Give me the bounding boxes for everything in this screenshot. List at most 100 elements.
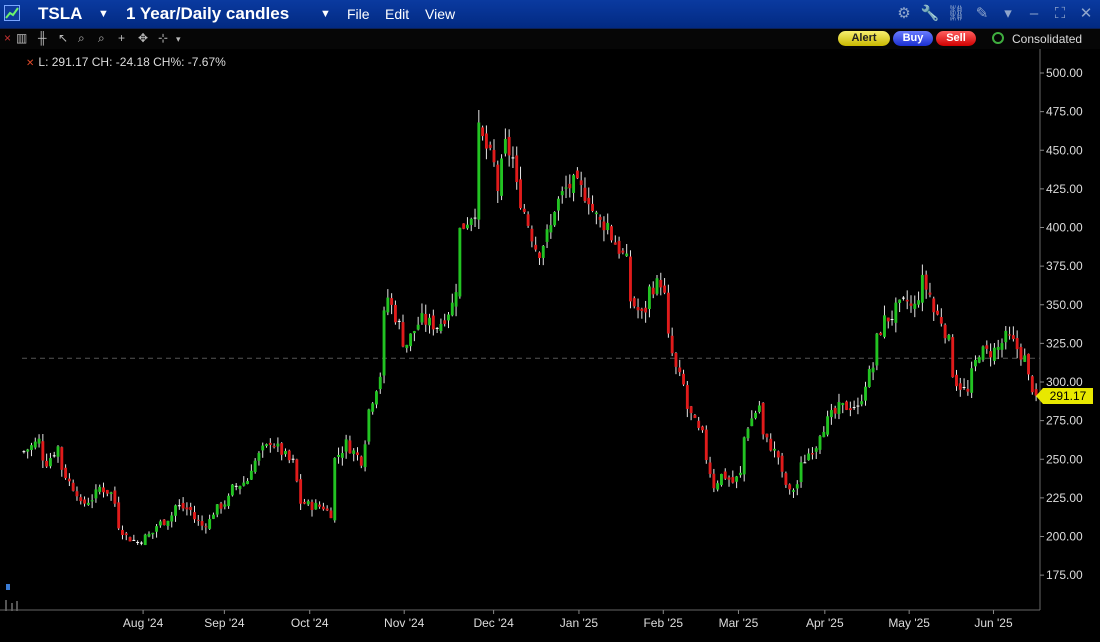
symbol-selector[interactable]: TSLA (38, 4, 82, 24)
candle-body (272, 445, 276, 448)
candle-body (947, 334, 951, 340)
candle-body (113, 490, 117, 504)
move-icon[interactable]: ✥ (138, 31, 148, 45)
x-tick-label: Jan '25 (560, 616, 599, 630)
price-chart[interactable]: 175.00 200.00 225.00 250.00 275.00 300.00 325.… (0, 49, 1100, 642)
candle-body (1011, 335, 1015, 340)
candle-body (215, 504, 219, 515)
alert-button[interactable]: Alert (838, 31, 890, 46)
menu-view[interactable]: View (425, 6, 455, 22)
candle-body (579, 180, 583, 186)
candle-body (382, 310, 386, 376)
candle-body (56, 446, 60, 457)
candle-body (534, 244, 538, 250)
candle-body (962, 387, 966, 389)
candle-body (166, 520, 170, 526)
menu-file[interactable]: File (347, 6, 370, 22)
candle-body (128, 537, 132, 542)
close-icon[interactable]: ✕ (1076, 3, 1096, 25)
candle-body (757, 405, 761, 412)
candle-body (386, 297, 390, 313)
x-tick-label: May '25 (888, 616, 930, 630)
candle-body (196, 519, 200, 521)
zoom-in-icon[interactable]: ⌕ (78, 31, 85, 46)
candle-body (193, 512, 196, 520)
candle-body (139, 542, 143, 544)
candle-body (450, 302, 454, 316)
candle-body (318, 504, 322, 507)
candle-body (230, 484, 234, 496)
candle-body (447, 314, 450, 321)
candle-body (234, 485, 238, 487)
candle-body (727, 477, 731, 480)
y-tick-label: 425.00 (1046, 182, 1083, 196)
y-tick-label: 250.00 (1046, 452, 1083, 466)
y-tick-label: 475.00 (1046, 105, 1083, 119)
candle-body (682, 373, 685, 385)
candle-body (227, 495, 231, 507)
candle-body (754, 412, 758, 419)
draw-tool-icon[interactable]: ↖ (58, 31, 68, 45)
sell-button[interactable]: Sell (936, 31, 976, 46)
minimize-icon[interactable]: – (1024, 3, 1044, 25)
candle-body (867, 368, 871, 387)
candle-body (674, 353, 678, 367)
link-icon[interactable]: ⛓ (946, 3, 966, 25)
candle-body (48, 458, 52, 467)
candle-body (939, 317, 943, 324)
candle-body (22, 451, 26, 453)
candle-body (553, 212, 557, 226)
pin-icon[interactable]: ✎ (972, 3, 992, 25)
x-tick-label: Aug '24 (123, 616, 164, 630)
search-gear-icon[interactable]: ⚙ (894, 3, 914, 25)
candle-tool-icon[interactable]: ╫ (38, 31, 47, 45)
candle-body (1015, 338, 1019, 350)
candle-body (287, 450, 291, 461)
options-caret-icon[interactable]: ▾ (998, 3, 1018, 25)
candle-body (265, 444, 268, 447)
symbol-dropdown-icon[interactable]: ▼ (98, 8, 109, 20)
candle-body (886, 317, 890, 322)
candle-body (90, 500, 94, 502)
candle-body (143, 534, 147, 546)
candle-body (659, 279, 663, 288)
bar-tool-icon[interactable]: ▥ (16, 31, 27, 45)
maximize-icon[interactable]: ⛶ (1050, 3, 1070, 25)
toolbar-caret-icon[interactable]: ▾ (176, 34, 181, 45)
period-dropdown-icon[interactable]: ▼ (320, 8, 331, 20)
price-legend: ✕ L: 291.17 CH: -24.18 CH%: -7.67% (26, 55, 226, 69)
wrench-icon[interactable]: 🔧 (920, 3, 940, 25)
period-selector[interactable]: 1 Year/Daily candles (126, 4, 289, 24)
candle-body (943, 324, 947, 339)
split-icon[interactable]: ⊹ (158, 31, 168, 45)
candle-body (602, 221, 606, 231)
close-tool-icon[interactable]: × (4, 31, 11, 45)
buy-button[interactable]: Buy (893, 31, 933, 46)
zoom-out-icon[interactable]: ⌕ (98, 31, 105, 46)
candle-body (826, 416, 830, 435)
candle-body (238, 486, 242, 490)
candle-body (359, 456, 363, 466)
candle-body (325, 508, 329, 511)
candle-body (151, 532, 155, 535)
menu-edit[interactable]: Edit (385, 6, 409, 22)
candle-body (519, 179, 522, 209)
candle-body (977, 357, 981, 363)
x-tick-label: Apr '25 (806, 616, 844, 630)
candle-body (462, 223, 466, 229)
candle-body (981, 346, 985, 360)
candle-body (26, 449, 30, 452)
candle-body (276, 443, 280, 447)
candle-body (848, 408, 852, 411)
candle-body (917, 300, 921, 305)
candle-body (507, 136, 511, 156)
candle-body (936, 310, 939, 315)
candle-body (375, 391, 378, 405)
candle-body (905, 299, 909, 302)
candle-body (784, 473, 788, 485)
consolidated-label[interactable]: Consolidated (1012, 32, 1082, 46)
candle-body (132, 539, 136, 541)
crosshair-icon[interactable]: + (118, 31, 125, 45)
candle-body (105, 489, 109, 494)
candle-body (83, 499, 86, 504)
